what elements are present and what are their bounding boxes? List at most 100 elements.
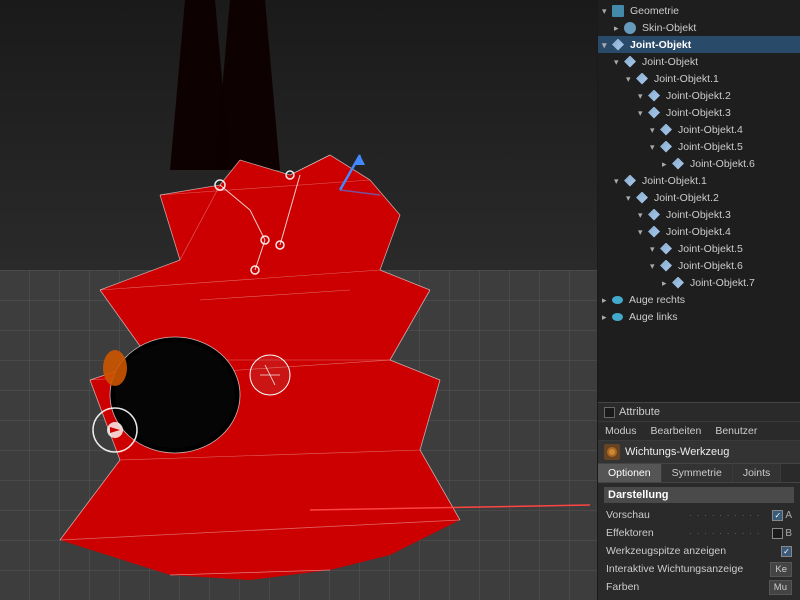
main-layout: ▾Geometrie▸Skin-Objekt▾Joint-Objekt▾Join… — [0, 0, 800, 600]
expand-arrow-joint-objekt-7b[interactable]: ▸ — [662, 279, 670, 287]
prop-effektoren-right: B — [785, 528, 792, 539]
tree-label-joint-objekt-2b: Joint-Objekt.2 — [654, 192, 719, 204]
geo-icon — [612, 5, 624, 17]
tree-label-auge-rechts: Auge rechts — [629, 294, 685, 306]
tree-item-joint-objekt-6b[interactable]: ▾ Joint-Objekt.6 — [598, 257, 800, 274]
tree-item-joint-objekt-6-1[interactable]: ▸Joint-Objekt.6 — [598, 155, 800, 172]
tree-item-joint-objekt-1b[interactable]: ▾Joint-Objekt.1 — [598, 172, 800, 189]
tree-label-joint-objekt-5b: Joint-Objekt.5 — [678, 243, 743, 255]
attr-menu-benutzer[interactable]: Benutzer — [712, 424, 760, 438]
prop-effektoren-checkbox[interactable] — [772, 528, 783, 539]
joint-icon — [612, 39, 624, 51]
joint-icon — [636, 73, 648, 85]
tree-item-joint-objekt-1a[interactable]: ▾ Joint-Objekt — [598, 53, 800, 70]
prop-werkzeugspitze: Werkzeugspitze anzeigen — [604, 542, 794, 560]
tree-label-skin-objekt: Skin-Objekt — [642, 22, 696, 34]
prop-werkzeugspitze-label: Werkzeugspitze anzeigen — [606, 545, 781, 557]
prop-interactive: Interaktive Wichtungsanzeige Ke — [604, 560, 794, 578]
darstellung-header: Darstellung — [604, 487, 794, 503]
tree-label-auge-links: Auge links — [629, 311, 677, 323]
expand-arrow-joint-objekt-1-1[interactable]: ▾ — [626, 75, 634, 83]
joint-icon — [660, 260, 672, 272]
prop-werkzeugspitze-checkbox[interactable] — [781, 546, 792, 557]
tree-item-auge-links[interactable]: ▸ Auge links — [598, 308, 800, 325]
tree-label-joint-objekt-1-1: Joint-Objekt.1 — [654, 73, 719, 85]
tree-item-joint-objekt-2-1[interactable]: ▾ Joint-Objekt.2 — [598, 87, 800, 104]
expand-arrow-joint-objekt-4-1[interactable]: ▾ — [650, 126, 658, 134]
joint-icon — [660, 141, 672, 153]
prop-interactive-value[interactable]: Ke — [770, 562, 792, 577]
expand-arrow-joint-objekt-3-1[interactable]: ▾ — [638, 109, 646, 117]
character-mesh — [0, 0, 597, 600]
joint-icon — [660, 124, 672, 136]
tree-item-joint-objekt-4-1[interactable]: ▾Joint-Objekt.4 — [598, 121, 800, 138]
prop-farben-label: Farben — [606, 581, 769, 593]
tree-item-skin-objekt[interactable]: ▸ Skin-Objekt — [598, 19, 800, 36]
joint-icon — [648, 209, 660, 221]
prop-effektoren: Effektoren · · · · · · · · · · B — [604, 524, 794, 542]
scene-tree[interactable]: ▾Geometrie▸Skin-Objekt▾Joint-Objekt▾Join… — [598, 0, 800, 402]
joint-icon — [648, 226, 660, 238]
tree-item-geometrie[interactable]: ▾Geometrie — [598, 2, 800, 19]
joint-icon — [636, 192, 648, 204]
tree-item-joint-objekt-1-1[interactable]: ▾ Joint-Objekt.1 — [598, 70, 800, 87]
tab-optionen[interactable]: Optionen — [598, 464, 662, 482]
tree-item-joint-objekt-5b[interactable]: ▾ Joint-Objekt.5 — [598, 240, 800, 257]
joint-icon — [648, 90, 660, 102]
expand-arrow-joint-objekt-2-1[interactable]: ▾ — [638, 92, 646, 100]
joint-icon — [648, 107, 660, 119]
prop-farben: Farben Mu — [604, 578, 794, 596]
tree-item-joint-objekt-root[interactable]: ▾ Joint-Objekt — [598, 36, 800, 53]
attr-menu-modus[interactable]: Modus — [602, 424, 640, 438]
viewport[interactable] — [0, 0, 597, 600]
attribute-panel: Attribute Modus Bearbeiten Benutzer Wich… — [598, 402, 800, 600]
tree-item-joint-objekt-4b[interactable]: ▾ Joint-Objekt.4 — [598, 223, 800, 240]
expand-arrow-joint-objekt-2b[interactable]: ▾ — [626, 194, 634, 202]
prop-farben-value[interactable]: Mu — [769, 580, 792, 595]
expand-arrow-auge-rechts[interactable]: ▸ — [602, 296, 610, 304]
tool-tabs: Optionen Symmetrie Joints — [598, 464, 800, 483]
tree-item-joint-objekt-3-1[interactable]: ▾ Joint-Objekt.3 — [598, 104, 800, 121]
attr-menu-bearbeiten[interactable]: Bearbeiten — [648, 424, 705, 438]
right-panel: ▾Geometrie▸Skin-Objekt▾Joint-Objekt▾Join… — [597, 0, 800, 600]
tool-title: Wichtungs-Werkzeug — [625, 446, 729, 458]
prop-interactive-label: Interaktive Wichtungsanzeige — [606, 563, 770, 575]
joint-icon — [624, 175, 636, 187]
expand-arrow-auge-links[interactable]: ▸ — [602, 313, 610, 321]
expand-arrow-skin-objekt[interactable]: ▸ — [614, 24, 622, 32]
prop-effektoren-dots: · · · · · · · · · · — [689, 528, 772, 538]
tool-header: Wichtungs-Werkzeug — [598, 441, 800, 464]
expand-arrow-joint-objekt-root[interactable]: ▾ — [602, 41, 610, 49]
expand-arrow-joint-objekt-5b[interactable]: ▾ — [650, 245, 658, 253]
tree-item-joint-objekt-3b[interactable]: ▾Joint-Objekt.3 — [598, 206, 800, 223]
tree-label-joint-objekt-2-1: Joint-Objekt.2 — [666, 90, 731, 102]
tree-item-auge-rechts[interactable]: ▸ Auge rechts — [598, 291, 800, 308]
tree-label-joint-objekt-3-1: Joint-Objekt.3 — [666, 107, 731, 119]
tree-label-joint-objekt-root: Joint-Objekt — [630, 39, 691, 51]
tree-item-joint-objekt-2b[interactable]: ▾ Joint-Objekt.2 — [598, 189, 800, 206]
darstellung-section: Darstellung Vorschau · · · · · · · · · ·… — [598, 483, 800, 600]
prop-vorschau-checkbox[interactable] — [772, 510, 783, 521]
tree-label-joint-objekt-7b: Joint-Objekt.7 — [690, 277, 755, 289]
expand-arrow-joint-objekt-1a[interactable]: ▾ — [614, 58, 622, 66]
tab-symmetrie[interactable]: Symmetrie — [662, 464, 733, 482]
expand-arrow-joint-objekt-4b[interactable]: ▾ — [638, 228, 646, 236]
expand-arrow-joint-objekt-1b[interactable]: ▾ — [614, 177, 622, 185]
tree-label-joint-objekt-6b: Joint-Objekt.6 — [678, 260, 743, 272]
prop-vorschau-dots: · · · · · · · · · · — [689, 510, 772, 520]
tree-label-joint-objekt-4b: Joint-Objekt.4 — [666, 226, 731, 238]
expand-arrow-joint-objekt-5-1[interactable]: ▾ — [650, 143, 658, 151]
attribute-enable-checkbox[interactable] — [604, 407, 615, 418]
prop-vorschau: Vorschau · · · · · · · · · · A — [604, 506, 794, 524]
tree-label-joint-objekt-1a: Joint-Objekt — [642, 56, 698, 68]
expand-arrow-geometrie[interactable]: ▾ — [602, 7, 610, 15]
joint-icon — [660, 243, 672, 255]
expand-arrow-joint-objekt-6b[interactable]: ▾ — [650, 262, 658, 270]
tree-item-joint-objekt-7b[interactable]: ▸ Joint-Objekt.7 — [598, 274, 800, 291]
tab-joints[interactable]: Joints — [733, 464, 781, 482]
expand-arrow-joint-objekt-3b[interactable]: ▾ — [638, 211, 646, 219]
tree-label-joint-objekt-5-1: Joint-Objekt.5 — [678, 141, 743, 153]
expand-arrow-joint-objekt-6-1[interactable]: ▸ — [662, 160, 670, 168]
tree-item-joint-objekt-5-1[interactable]: ▾ Joint-Objekt.5 — [598, 138, 800, 155]
prop-vorschau-right: A — [785, 510, 792, 521]
